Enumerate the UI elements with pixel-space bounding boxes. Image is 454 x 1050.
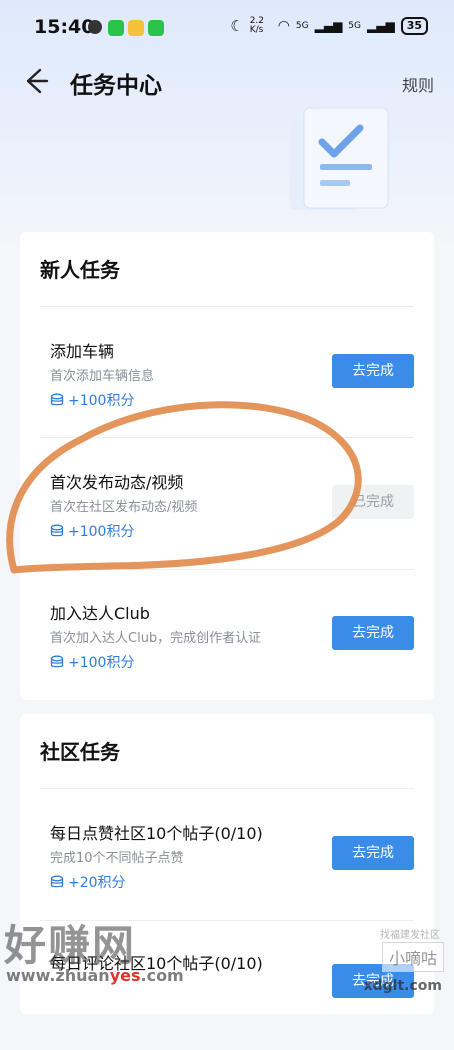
task-item: 添加车辆 首次添加车辆信息 +100积分 去完成 <box>50 338 414 438</box>
signal-5g-2: 5G <box>348 21 361 31</box>
page-title: 任务中心 <box>70 73 162 99</box>
divider <box>40 569 414 570</box>
watermark-box: 小嘀咕 <box>381 942 444 972</box>
back-arrow-icon[interactable] <box>20 66 50 96</box>
divider <box>40 306 414 307</box>
status-bar: 15:40 ☾ 2.2 K/s ◠ 5G ▂▄▆ 5G ▂▄▆ 35 <box>0 0 454 56</box>
completed-button: 已完成 <box>332 485 414 519</box>
reward-points: +100积分 <box>68 524 135 540</box>
reward-points: +100积分 <box>68 655 135 671</box>
watermark-site: xdglt.com <box>363 978 442 994</box>
url-part: .com <box>140 966 184 985</box>
watermark-brand: 好赚网 <box>4 921 137 970</box>
status-time: 15:40 <box>34 16 95 38</box>
task-item: 首次发布动态/视频 首次在社区发布动态/视频 +100积分 已完成 <box>50 469 414 569</box>
status-right: ☾ 2.2 K/s ◠ 5G ▂▄▆ 5G ▂▄▆ 35 <box>230 17 428 35</box>
coin-stack-icon <box>50 524 64 537</box>
reward-points: +20积分 <box>68 875 126 891</box>
coin-stack-icon <box>50 655 64 668</box>
task-name: 添加车辆 <box>50 342 115 361</box>
wechat-icon <box>148 20 164 36</box>
task-name: 每日点赞社区10个帖子(0/10) <box>50 824 263 843</box>
task-item: 每日点赞社区10个帖子(0/10) 完成10个不同帖子点赞 +20积分 去完成 <box>50 820 414 920</box>
task-name: 首次发布动态/视频 <box>50 473 184 492</box>
wechat-icon <box>108 20 124 36</box>
coin-stack-icon <box>50 875 64 888</box>
task-name: 加入达人Club <box>50 604 150 623</box>
divider <box>40 788 414 789</box>
task-desc: 首次在社区发布动态/视频 <box>50 500 198 515</box>
task-desc: 首次添加车辆信息 <box>50 369 155 384</box>
task-reward: +100积分 <box>50 521 134 541</box>
section-title: 新人任务 <box>40 258 120 282</box>
net-speed: 2.2 K/s <box>249 16 265 35</box>
task-item: 加入达人Club 首次加入达人Club，完成创作者认证 +100积分 去完成 <box>50 600 414 700</box>
task-desc: 完成10个不同帖子点赞 <box>50 851 184 866</box>
signal-bars-icon: ▂▄▆ <box>367 19 395 33</box>
battery-level: 35 <box>400 17 428 35</box>
url-highlight: yes <box>109 966 141 985</box>
fan-icon <box>88 20 102 34</box>
app-icon <box>128 20 144 36</box>
moon-icon: ☾ <box>230 17 244 35</box>
task-reward: +100积分 <box>50 652 134 672</box>
watermark-url: www.zhuanyes.com <box>6 966 184 985</box>
newbie-tasks-card: 新人任务 添加车辆 首次添加车辆信息 +100积分 去完成 首次发布动态/视频 … <box>20 232 434 700</box>
task-reward: +100积分 <box>50 390 134 410</box>
signal-bars-icon: ▂▄▆ <box>314 19 343 33</box>
rules-link[interactable]: 规则 <box>402 72 434 96</box>
section-title: 社区任务 <box>40 740 120 764</box>
coin-stack-icon <box>50 393 64 406</box>
watermark-small: 找福建发社区 <box>380 930 440 941</box>
complete-button[interactable]: 去完成 <box>332 836 414 870</box>
signal-5g-1: 5G <box>295 21 309 31</box>
reward-points: +100积分 <box>68 393 135 409</box>
task-reward: +20积分 <box>50 872 126 892</box>
task-desc: 首次加入达人Club，完成创作者认证 <box>50 631 262 646</box>
divider <box>40 437 414 438</box>
url-part: www.zhuan <box>6 966 110 985</box>
wifi-icon: ◠ <box>277 18 290 34</box>
document-check-icon: ✦ <box>290 107 389 210</box>
complete-button[interactable]: 去完成 <box>332 354 414 388</box>
complete-button[interactable]: 去完成 <box>332 616 414 650</box>
